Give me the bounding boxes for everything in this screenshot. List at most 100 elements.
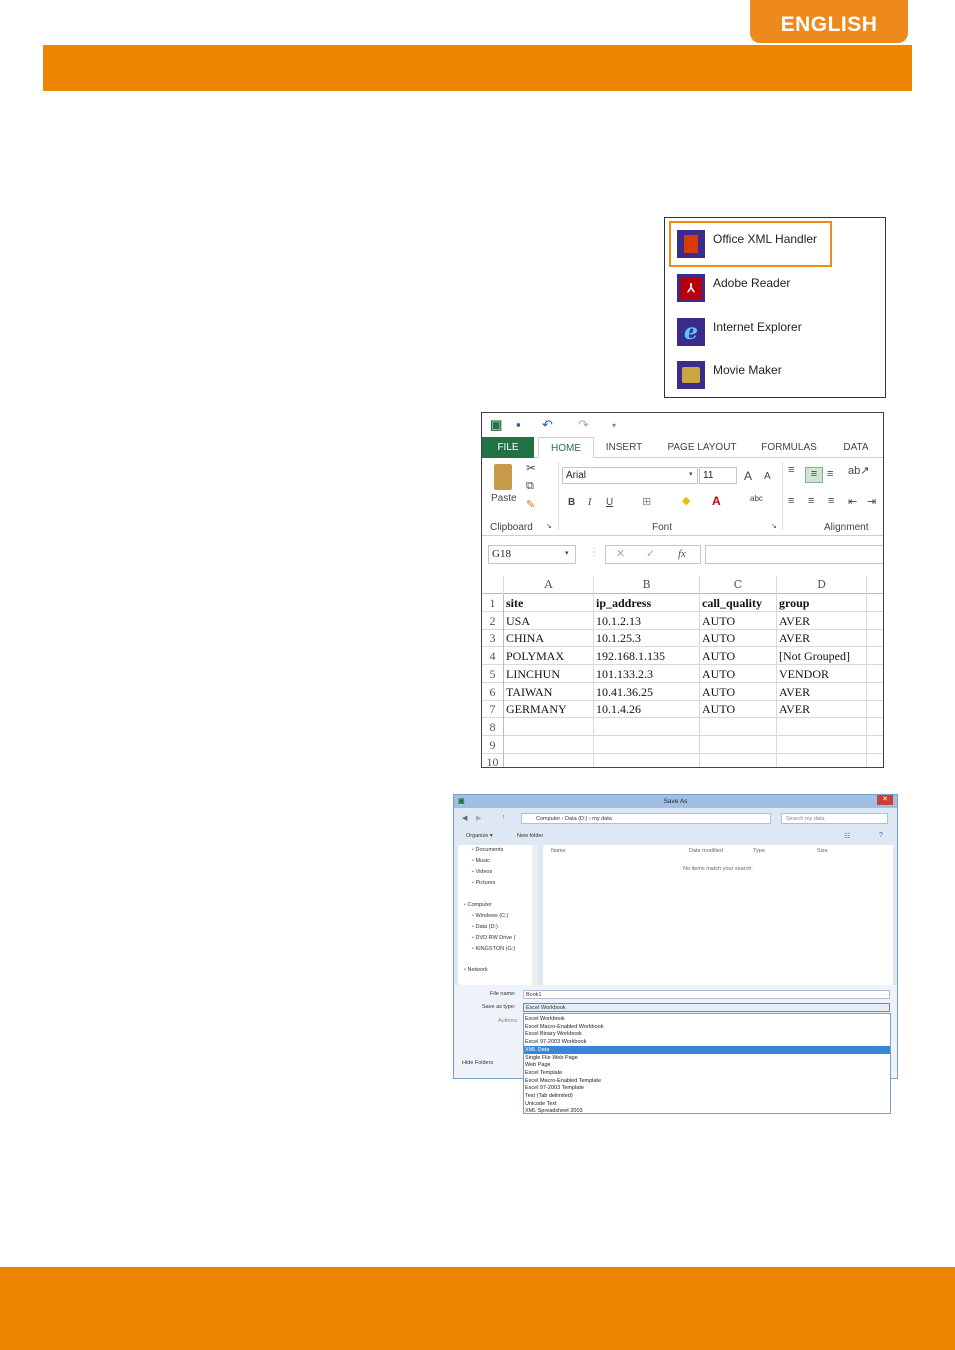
table-cell[interactable] (777, 717, 867, 736)
save-as-type-select[interactable]: Excel Workbook (523, 1003, 890, 1012)
back-icon[interactable]: ◀ (462, 814, 467, 822)
grow-font-button[interactable]: A (744, 469, 752, 483)
tab-file[interactable]: FILE (482, 437, 534, 458)
column-header-c[interactable]: C (700, 576, 777, 594)
enter-icon[interactable]: ✓ (646, 547, 655, 562)
organize-button[interactable]: Organize ▾ (466, 833, 493, 839)
table-cell[interactable]: AVER (777, 629, 867, 648)
row-number[interactable]: 10 (482, 753, 504, 767)
decrease-indent-icon[interactable]: ⇤ (848, 495, 857, 508)
view-options-icon[interactable]: ☷ (844, 832, 850, 840)
table-cell[interactable]: 10.1.2.13 (594, 611, 700, 630)
table-cell[interactable]: GERMANY (504, 700, 594, 719)
cancel-icon[interactable]: ✕ (616, 547, 625, 562)
row-number[interactable]: 6 (482, 682, 504, 701)
row-number[interactable]: 2 (482, 611, 504, 630)
fill-color-icon[interactable]: ◆ (682, 494, 690, 507)
search-input[interactable]: Search my data (781, 813, 888, 824)
close-button[interactable]: ✕ (877, 795, 893, 805)
table-cell[interactable]: AUTO (700, 700, 777, 719)
align-left-icon[interactable]: ≡ (788, 495, 794, 507)
tab-page-layout[interactable]: PAGE LAYOUT (660, 437, 744, 458)
table-cell[interactable]: CHINA (504, 629, 594, 648)
align-bottom-icon[interactable]: ≡ (827, 468, 833, 480)
menu-item-internet-explorer[interactable]: e Internet Explorer (665, 312, 885, 352)
help-icon[interactable]: ? (879, 832, 883, 839)
forward-icon[interactable]: ▶ (476, 814, 481, 822)
underline-button[interactable]: U (606, 497, 613, 508)
file-name-input[interactable]: Book1 (523, 990, 890, 999)
borders-icon[interactable]: ⊞ (642, 495, 651, 508)
table-cell[interactable]: AUTO (700, 664, 777, 683)
table-cell[interactable]: ip_address (594, 594, 700, 612)
table-cell[interactable] (777, 753, 867, 767)
table-cell[interactable]: [Not Grouped] (777, 647, 867, 666)
table-cell[interactable]: AVER (777, 611, 867, 630)
table-cell[interactable] (594, 753, 700, 767)
cut-icon[interactable]: ✂ (526, 461, 536, 475)
nav-item[interactable]: ▪ Documents (472, 847, 503, 853)
font-launcher-icon[interactable]: ↘ (771, 522, 777, 530)
row-number[interactable]: 4 (482, 647, 504, 666)
tab-insert[interactable]: INSERT (600, 437, 648, 458)
orientation-icon[interactable]: ab↗ (848, 464, 869, 477)
chevron-down-icon[interactable]: ▾ (565, 549, 569, 557)
table-cell[interactable]: 10.41.36.25 (594, 682, 700, 701)
table-cell[interactable]: AUTO (700, 629, 777, 648)
menu-item-adobe-reader[interactable]: ⅄ Adobe Reader (665, 268, 885, 308)
up-icon[interactable]: ↑ (502, 814, 506, 821)
nav-item[interactable]: ▪ Data (D:) (472, 924, 498, 930)
nav-item[interactable]: ▪ Computer (464, 902, 492, 908)
table-cell[interactable]: 192.168.1.135 (594, 647, 700, 666)
table-cell[interactable] (504, 735, 594, 754)
copy-icon[interactable]: ⧉ (526, 480, 534, 493)
nav-item[interactable]: ▪ Music (472, 858, 490, 864)
undo-icon[interactable]: ↶ (542, 417, 553, 433)
column-header-b[interactable]: B (594, 576, 700, 594)
dropdown-option[interactable]: XML Spreadsheet 2003 (524, 1107, 890, 1115)
increase-indent-icon[interactable]: ⇥ (867, 495, 876, 508)
nav-item[interactable]: ▪ KINGSTON (G:) (472, 946, 515, 952)
address-bar[interactable]: Computer › Data (D:) › my data (521, 813, 771, 824)
paste-label[interactable]: Paste (491, 493, 517, 504)
tab-formulas[interactable]: FORMULAS (754, 437, 824, 458)
column-type[interactable]: Type (753, 848, 765, 854)
table-cell[interactable] (700, 717, 777, 736)
table-cell[interactable]: AVER (777, 682, 867, 701)
table-cell[interactable]: AUTO (700, 611, 777, 630)
format-painter-icon[interactable]: ✎ (526, 498, 535, 511)
customize-toolbar-icon[interactable]: ▾ (612, 421, 616, 430)
align-middle-icon[interactable]: ≡ (805, 467, 823, 483)
nav-item[interactable]: ▪ DVD RW Drive ( (472, 935, 515, 941)
menu-item-movie-maker[interactable]: Movie Maker (665, 355, 885, 395)
breadcrumb-computer[interactable]: Computer (536, 816, 560, 822)
nav-scrollbar[interactable] (532, 845, 538, 985)
column-name[interactable]: Name (551, 848, 566, 854)
save-icon[interactable]: ▪ (516, 417, 521, 432)
table-cell[interactable]: group (777, 594, 867, 612)
table-cell[interactable] (504, 753, 594, 767)
spelling-icon[interactable]: abc (750, 494, 763, 503)
menu-item-office-xml-handler[interactable]: Office XML Handler (665, 224, 885, 264)
align-top-icon[interactable]: ≡ (788, 464, 794, 476)
paste-icon[interactable] (494, 464, 512, 490)
nav-item[interactable]: ▪ Windows (C:) (472, 913, 509, 919)
tab-data[interactable]: DATA (834, 437, 878, 458)
table-cell[interactable] (700, 735, 777, 754)
table-cell[interactable] (777, 735, 867, 754)
table-cell[interactable]: AVER (777, 700, 867, 719)
table-cell[interactable]: 101.133.2.3 (594, 664, 700, 683)
formula-input[interactable] (705, 545, 883, 564)
align-right-icon[interactable]: ≡ (828, 495, 834, 507)
breadcrumb-my-data[interactable]: my data (592, 816, 612, 822)
select-all-corner[interactable] (482, 576, 504, 594)
hide-folders-button[interactable]: Hide Folders (462, 1060, 493, 1066)
row-number[interactable]: 7 (482, 700, 504, 719)
row-number[interactable]: 9 (482, 735, 504, 754)
table-cell[interactable]: TAIWAN (504, 682, 594, 701)
table-cell[interactable] (700, 753, 777, 767)
nav-item[interactable]: ▪ Videos (472, 869, 492, 875)
row-number[interactable]: 3 (482, 629, 504, 648)
table-cell[interactable]: call_quality (700, 594, 777, 612)
nav-item[interactable]: ▪ Pictures (472, 880, 495, 886)
